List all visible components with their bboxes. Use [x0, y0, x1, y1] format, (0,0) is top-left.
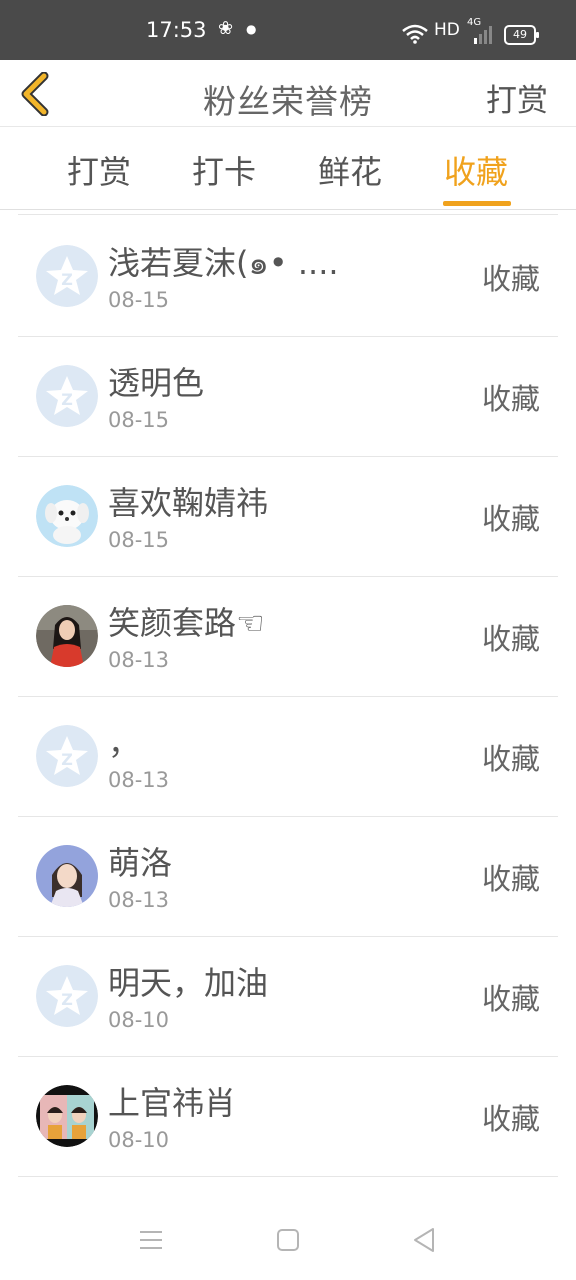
tab-reward[interactable]: 打赏: [67, 147, 131, 193]
tab-flowers[interactable]: 鲜花: [318, 147, 382, 193]
signal-icon: [474, 26, 492, 44]
user-name: 笑颜套路☜: [108, 604, 265, 642]
date-label: 08-13: [108, 768, 170, 792]
default-avatar-icon: Z: [36, 365, 98, 427]
action-label: 收藏: [481, 862, 540, 896]
fans-list: Z 浅若夏沫(๑• .... 08-15 收藏 Z 透明色 08-15 收藏 喜…: [0, 210, 576, 1200]
date-label: 08-13: [108, 888, 170, 912]
status-time: 17:53: [146, 18, 207, 42]
reward-button[interactable]: 打赏: [486, 75, 548, 120]
list-item[interactable]: 笑颜套路☜ 08-13 收藏: [18, 576, 558, 697]
girl-photo-avatar-icon: [36, 845, 98, 907]
system-nav-bar: [0, 1200, 576, 1280]
date-label: 08-15: [108, 288, 170, 312]
default-avatar-icon: Z: [36, 965, 98, 1027]
action-label: 收藏: [481, 1102, 540, 1136]
action-label: 收藏: [481, 622, 540, 656]
tab-favorites[interactable]: 收藏: [444, 147, 508, 193]
notification-dot-icon: ●: [246, 22, 257, 36]
active-tab-indicator: [443, 201, 511, 206]
app-header: 粉丝荣誉榜 打赏: [0, 60, 576, 127]
list-item[interactable]: 萌洛 08-13 收藏: [18, 816, 558, 937]
list-item[interactable]: Z ， 08-13 收藏: [18, 696, 558, 817]
svg-text:Z: Z: [61, 750, 73, 769]
action-label: 收藏: [481, 262, 540, 296]
dog-avatar-icon: [36, 485, 98, 547]
status-bar: 17:53 ❀ ● HD 4G 49: [0, 0, 576, 60]
back-triangle-icon[interactable]: [409, 1224, 441, 1256]
list-item[interactable]: Z 透明色 08-15 收藏: [18, 336, 558, 457]
user-name: 萌洛: [108, 844, 173, 882]
hd-indicator: HD: [434, 20, 460, 40]
home-icon[interactable]: [272, 1224, 304, 1256]
user-name: 明天，加油: [108, 964, 269, 1002]
wifi-icon: [402, 24, 428, 44]
menu-icon[interactable]: [135, 1224, 167, 1256]
list-item[interactable]: 喜欢鞠婧祎 08-15 收藏: [18, 456, 558, 577]
list-item[interactable]: Z 明天，加油 08-10 收藏: [18, 936, 558, 1057]
svg-text:Z: Z: [61, 270, 73, 289]
date-label: 08-10: [108, 1008, 170, 1032]
date-label: 08-15: [108, 528, 170, 552]
tab-bar: 打赏 打卡 鲜花 收藏: [0, 127, 576, 210]
list-divider: [18, 214, 558, 215]
notification-app-icon: ❀: [218, 18, 234, 39]
couple-photo-avatar-icon: [36, 1085, 98, 1147]
battery-icon: 49: [504, 25, 539, 45]
default-avatar-icon: Z: [36, 725, 98, 787]
user-name: 浅若夏沫(๑• ....: [108, 244, 339, 282]
user-name: 喜欢鞠婧祎: [108, 484, 269, 522]
action-label: 收藏: [481, 382, 540, 416]
user-name: ，: [108, 724, 141, 762]
action-label: 收藏: [481, 742, 540, 776]
list-item[interactable]: 上官祎肖 08-10 收藏: [18, 1056, 558, 1177]
date-label: 08-13: [108, 648, 170, 672]
svg-text:Z: Z: [61, 990, 73, 1009]
action-label: 收藏: [481, 502, 540, 536]
default-avatar-icon: Z: [36, 245, 98, 307]
user-name: 透明色: [108, 364, 205, 402]
date-label: 08-10: [108, 1128, 170, 1152]
user-name: 上官祎肖: [108, 1084, 237, 1122]
date-label: 08-15: [108, 408, 170, 432]
list-item[interactable]: Z 浅若夏沫(๑• .... 08-15 收藏: [18, 216, 558, 337]
svg-text:Z: Z: [61, 390, 73, 409]
action-label: 收藏: [481, 982, 540, 1016]
girl-photo-avatar-icon: [36, 605, 98, 667]
tab-checkin[interactable]: 打卡: [192, 147, 256, 193]
